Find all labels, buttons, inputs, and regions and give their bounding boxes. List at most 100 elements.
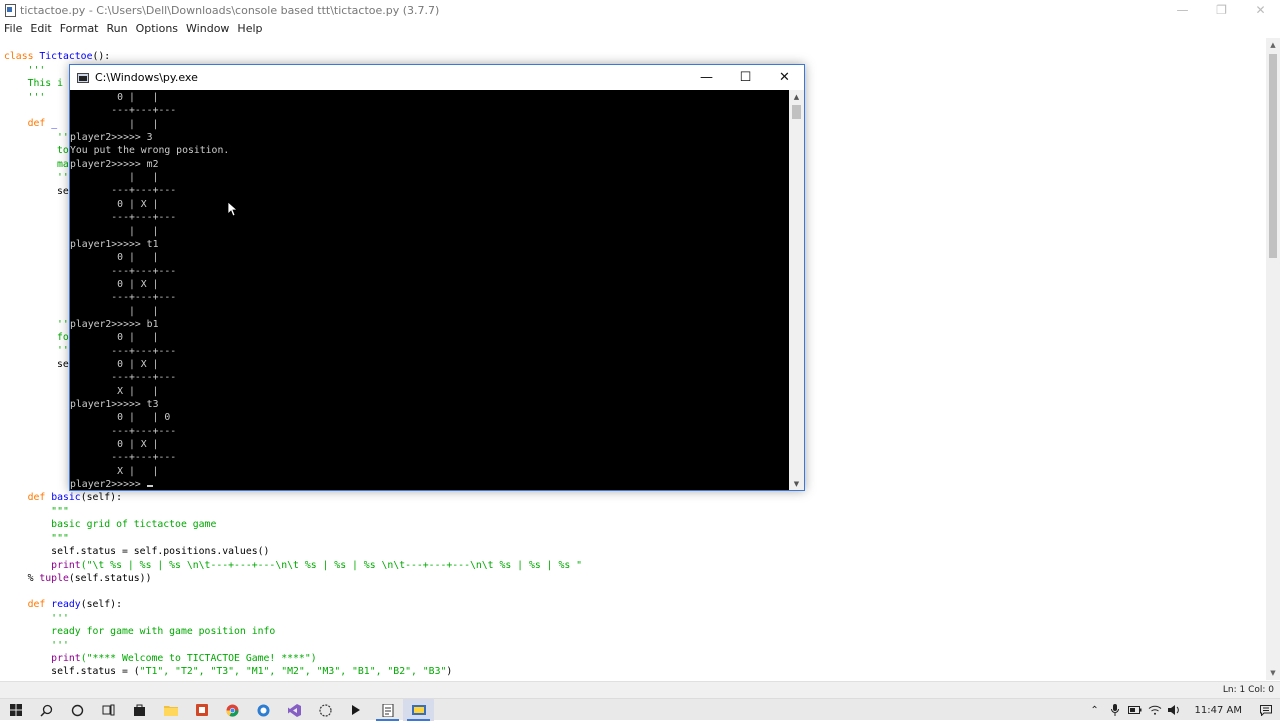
- volume-icon[interactable]: [1165, 699, 1185, 721]
- search-button[interactable]: [31, 699, 62, 721]
- app-button[interactable]: [248, 699, 279, 721]
- office-button[interactable]: [186, 699, 217, 721]
- file-explorer-button[interactable]: [155, 699, 186, 721]
- console-line: ---+---+---: [70, 105, 177, 117]
- store-button[interactable]: [124, 699, 155, 721]
- console-line: player1>>>>> t1: [70, 238, 159, 250]
- code-token: tuple: [39, 573, 69, 584]
- restore-icon[interactable]: ❐: [1202, 0, 1241, 20]
- menu-window[interactable]: Window: [182, 20, 233, 38]
- close-icon[interactable]: ✕: [1241, 0, 1280, 20]
- console-line: 0 | | 0: [70, 412, 171, 424]
- minimize-icon[interactable]: —: [1163, 0, 1202, 20]
- scroll-up-icon[interactable]: ▲: [789, 90, 804, 103]
- show-hidden-icons-icon[interactable]: ⌃: [1085, 699, 1105, 721]
- console-line: ---+---+---: [70, 185, 177, 197]
- cortana-icon: [71, 704, 84, 716]
- close-icon[interactable]: ✕: [765, 65, 804, 90]
- app-icon-2: [319, 703, 332, 717]
- terminal-button[interactable]: [341, 699, 372, 721]
- code-token: %: [4, 573, 40, 584]
- windows-start-icon: [9, 704, 22, 716]
- minimize-icon[interactable]: —: [687, 65, 726, 90]
- console-window[interactable]: C:\Windows\py.exe — ☐ ✕ 0 | | ---+---+--…: [69, 64, 805, 491]
- scrollbar-thumb[interactable]: [1269, 54, 1277, 258]
- console-title-bar[interactable]: C:\Windows\py.exe — ☐ ✕: [70, 65, 804, 90]
- editor-scrollbar[interactable]: ▲ ▼: [1266, 38, 1280, 680]
- code-line: to: [57, 145, 69, 156]
- code-token: basic: [51, 492, 81, 503]
- code-line: '': [57, 172, 69, 183]
- console-line: 0 | X |: [70, 278, 159, 290]
- notepad-button[interactable]: [372, 699, 403, 721]
- scroll-up-icon[interactable]: ▲: [1266, 38, 1280, 52]
- code-line: ''': [4, 639, 69, 651]
- wifi-icon[interactable]: [1145, 699, 1165, 721]
- chrome-icon: [226, 704, 239, 717]
- console-line: 0 | |: [70, 332, 159, 344]
- console-line: 0 | X |: [70, 439, 159, 451]
- code-token: ():: [92, 51, 111, 62]
- console-line: | |: [70, 172, 159, 184]
- task-view-button[interactable]: [93, 699, 124, 721]
- app-button-2[interactable]: [310, 699, 341, 721]
- battery-icon[interactable]: [1125, 699, 1145, 721]
- code-token: "T1", "T2", "T3", "M1", "M2", "M3", "B1"…: [139, 666, 447, 677]
- code-line: ma: [57, 158, 69, 170]
- code-token: class: [4, 51, 40, 62]
- file-explorer-icon: [163, 706, 178, 716]
- start-button[interactable]: [0, 699, 31, 721]
- console-line: player2>>>>> b1: [70, 318, 159, 330]
- code-token: ("\t %s | %s | %s \n\t---+---+---\n\t %s…: [80, 559, 583, 571]
- code-line: '': [57, 319, 69, 330]
- cortana-button[interactable]: [62, 699, 93, 721]
- app-icon: [257, 704, 270, 716]
- code-token: (self.status)): [68, 573, 152, 584]
- console-line: ---+---+---: [70, 212, 177, 224]
- code-line: '': [57, 131, 69, 143]
- console-line: X | |: [70, 385, 159, 397]
- maximize-icon[interactable]: ☐: [726, 65, 765, 90]
- code-line: '': [57, 345, 69, 356]
- menu-format[interactable]: Format: [56, 20, 103, 38]
- store-icon: [134, 704, 145, 716]
- code-line: ''': [4, 612, 69, 624]
- chrome-button[interactable]: [217, 699, 248, 721]
- console-line: ---+---+---: [70, 292, 177, 304]
- console-scrollbar[interactable]: ▲ ▼: [789, 90, 804, 490]
- code-line: ''': [4, 64, 46, 76]
- code-token: def: [4, 599, 52, 610]
- terminal-icon: [352, 705, 360, 715]
- menu-options[interactable]: Options: [132, 20, 182, 38]
- code-token: (self):: [80, 599, 122, 610]
- code-line: ''': [4, 91, 46, 103]
- scroll-down-icon[interactable]: ▼: [1266, 666, 1280, 680]
- code-line: """: [4, 505, 69, 517]
- menu-help[interactable]: Help: [233, 20, 266, 38]
- menu-file[interactable]: File: [0, 20, 26, 38]
- microphone-icon[interactable]: [1105, 699, 1125, 721]
- code-token: self.status = (: [4, 666, 140, 677]
- menu-edit[interactable]: Edit: [26, 20, 55, 38]
- cursor-position: Ln: 1 Col: 0: [1222, 685, 1274, 695]
- python-idle-button[interactable]: [403, 699, 434, 721]
- idle-title-bar[interactable]: tictactoe.py - C:\Users\Dell\Downloads\c…: [0, 0, 1280, 20]
- code-line: This i: [4, 78, 63, 89]
- console-window-title: C:\Windows\py.exe: [95, 71, 198, 84]
- console-line: ---+---+---: [70, 425, 177, 437]
- task-view-icon: [102, 704, 115, 716]
- code-token: ready: [51, 599, 81, 610]
- idle-window-title: tictactoe.py - C:\Users\Dell\Downloads\c…: [20, 3, 440, 17]
- console-app-icon: [77, 72, 89, 83]
- code-line: se: [57, 185, 69, 197]
- code-line: """: [4, 532, 69, 544]
- visual-studio-button[interactable]: [279, 699, 310, 721]
- taskbar-clock[interactable]: 11:47 AM: [1185, 705, 1252, 716]
- office-icon: [195, 704, 208, 716]
- scroll-down-icon[interactable]: ▼: [789, 477, 804, 490]
- menu-run[interactable]: Run: [103, 20, 132, 38]
- notifications-icon[interactable]: [1252, 699, 1280, 721]
- code-token: print: [4, 653, 81, 664]
- console-output[interactable]: 0 | | ---+---+--- | | player2>>>>> 3 You p…: [70, 90, 789, 490]
- scrollbar-thumb[interactable]: [792, 105, 801, 119]
